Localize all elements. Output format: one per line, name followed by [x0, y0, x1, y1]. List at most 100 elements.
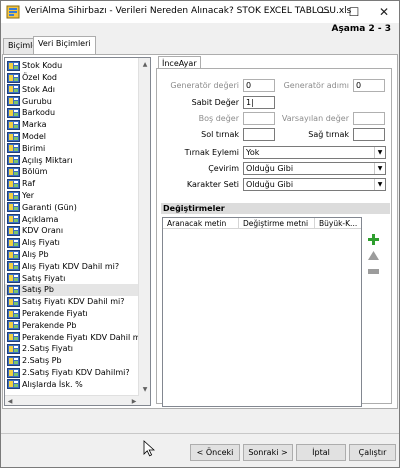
charset-select[interactable]: Olduğu Gibi ▼: [243, 178, 386, 191]
field-icon: [7, 155, 20, 166]
field-list-item[interactable]: Gurubu: [5, 95, 139, 107]
field-icon: [7, 190, 20, 201]
conversion-select[interactable]: Olduğu Gibi ▼: [243, 162, 386, 175]
field-list-item[interactable]: Açıklama: [5, 213, 139, 225]
scroll-down-icon[interactable]: ▼: [139, 383, 150, 395]
field-icon: [7, 72, 20, 83]
tab-data-formats[interactable]: Veri Biçimleri: [33, 36, 96, 55]
run-button[interactable]: Çalıştır: [349, 444, 396, 461]
scroll-up-icon[interactable]: ▲: [139, 58, 150, 70]
right-quote-label: Sağ tırnak: [308, 130, 349, 139]
field-label: Satış Pb: [22, 285, 54, 295]
field-list-item[interactable]: Alış Fiyatı: [5, 237, 139, 249]
field-label: Perakende Fiyatı: [22, 309, 88, 319]
field-icon: [7, 166, 20, 177]
col-case-sensitive[interactable]: Büyük-K...: [315, 218, 361, 229]
field-icon: [7, 367, 20, 378]
field-list-item[interactable]: KDV Oranı: [5, 225, 139, 237]
next-button[interactable]: Sonraki >: [243, 444, 293, 461]
col-search-text[interactable]: Aranacak metin: [163, 218, 239, 229]
back-button[interactable]: < Önceki: [190, 444, 240, 461]
field-label: Barkodu: [22, 108, 56, 118]
field-label: Satış Fiyatı: [22, 273, 66, 283]
fixed-value-field[interactable]: 1|: [243, 96, 275, 109]
field-list-item[interactable]: Garanti (Gün): [5, 202, 139, 214]
vertical-scrollbar[interactable]: ▲ ▼: [138, 58, 150, 405]
generator-value-label: Generatör değeri: [170, 81, 239, 90]
field-list-item[interactable]: Raf: [5, 178, 139, 190]
field-label: Satış Fiyatı KDV Dahil mi?: [22, 297, 125, 307]
field-list-item[interactable]: 2.Satış Fiyatı KDV Dahilmi?: [5, 367, 139, 379]
field-list-item[interactable]: Perakende Fiyatı KDV Dahil mi?: [5, 331, 147, 343]
field-list-item[interactable]: Model: [5, 131, 139, 143]
field-icon: [7, 332, 20, 343]
field-list-item[interactable]: Marka: [5, 119, 139, 131]
add-icon[interactable]: [367, 233, 380, 246]
field-list-item[interactable]: Satış Fiyatı: [5, 272, 139, 284]
field-label: 2.Satış Fiyatı KDV Dahilmi?: [22, 368, 130, 378]
generator-value-field[interactable]: 0: [243, 79, 275, 92]
field-list-item[interactable]: Satış Pb: [5, 284, 139, 296]
field-list-item[interactable]: Özel Kod: [5, 72, 139, 84]
minimize-button[interactable]: —: [309, 1, 339, 23]
right-quote-field[interactable]: [353, 128, 385, 141]
left-quote-field[interactable]: [243, 128, 275, 141]
empty-value-field[interactable]: [243, 112, 275, 125]
field-label: Alış Fiyatı: [22, 238, 60, 248]
field-list-item[interactable]: Birimi: [5, 143, 139, 155]
field-label: Raf: [22, 179, 36, 189]
changes-header: Değiştirmeler: [161, 203, 390, 214]
field-list-item[interactable]: Yer: [5, 190, 139, 202]
field-list-item[interactable]: 2.Satış Pb: [5, 355, 139, 367]
scroll-right-icon[interactable]: ▶: [129, 396, 139, 405]
field-icon: [7, 249, 20, 260]
default-value-field[interactable]: [353, 112, 385, 125]
close-button[interactable]: ✕: [369, 1, 399, 23]
field-icon: [7, 131, 20, 142]
cancel-button[interactable]: İptal: [296, 444, 346, 461]
chevron-down-icon[interactable]: ▼: [374, 163, 385, 174]
field-list[interactable]: Alışlarda İsk. % 2.Satış Fiyatı KDV Dahil…: [4, 57, 151, 406]
field-list-item[interactable]: Perakende Fiyatı: [5, 308, 139, 320]
chevron-down-icon[interactable]: ▼: [374, 147, 385, 158]
maximize-button[interactable]: ☐: [339, 1, 369, 23]
field-list-item[interactable]: Perakende Pb: [5, 320, 139, 332]
field-label: Birimi: [22, 143, 46, 153]
field-list-item[interactable]: Barkodu: [5, 107, 139, 119]
field-list-item[interactable]: Stok Kodu: [5, 60, 139, 72]
quote-action-select[interactable]: Yok ▼: [243, 146, 386, 159]
grid-header: Aranacak metin Değiştirme metni Büyük-K.…: [163, 218, 361, 229]
field-icon: [7, 320, 20, 331]
field-icon: [7, 96, 20, 107]
field-icon: [7, 343, 20, 354]
field-icon: [7, 60, 20, 71]
chevron-down-icon[interactable]: ▼: [374, 179, 385, 190]
field-list-item[interactable]: Alışlarda İsk. %: [5, 379, 139, 391]
field-label: Açılış Miktarı: [22, 155, 73, 165]
field-label: Açıklama: [22, 214, 59, 224]
field-icon: [7, 225, 20, 236]
field-icon: [7, 84, 20, 95]
fixed-value-label: Sabit Değer: [191, 98, 239, 107]
move-up-icon[interactable]: [367, 249, 380, 262]
field-list-item[interactable]: 2.Satış Fiyatı: [5, 343, 139, 355]
generator-name-field[interactable]: 0: [353, 79, 385, 92]
title-bar: VeriAlma Sihirbazı - Verileri Nereden Al…: [1, 1, 399, 23]
field-list-item[interactable]: Bölüm: [5, 166, 139, 178]
field-list-item[interactable]: Alış Fiyatı KDV Dahil mi?: [5, 261, 139, 273]
conversion-label: Çevirim: [208, 164, 239, 173]
scroll-left-icon[interactable]: ◀: [5, 396, 15, 405]
field-list-item[interactable]: Stok Adı: [5, 84, 139, 96]
step-indicator: Aşama 2 - 3: [331, 24, 391, 34]
field-label: Stok Adı: [22, 84, 55, 94]
horizontal-scrollbar[interactable]: ◀ ▶: [5, 395, 139, 405]
col-replace-text[interactable]: Değiştirme metni: [239, 218, 315, 229]
field-list-item[interactable]: Açılış Miktarı: [5, 154, 139, 166]
remove-icon[interactable]: [367, 265, 380, 278]
field-list-item[interactable]: Alış Pb: [5, 249, 139, 261]
field-label: Alış Fiyatı KDV Dahil mi?: [22, 261, 120, 271]
field-list-item[interactable]: Satış Fiyatı KDV Dahil mi?: [5, 296, 139, 308]
field-icon: [7, 178, 20, 189]
replacements-grid[interactable]: Aranacak metin Değiştirme metni Büyük-K.…: [162, 217, 362, 407]
bottom-divider: [1, 433, 399, 434]
